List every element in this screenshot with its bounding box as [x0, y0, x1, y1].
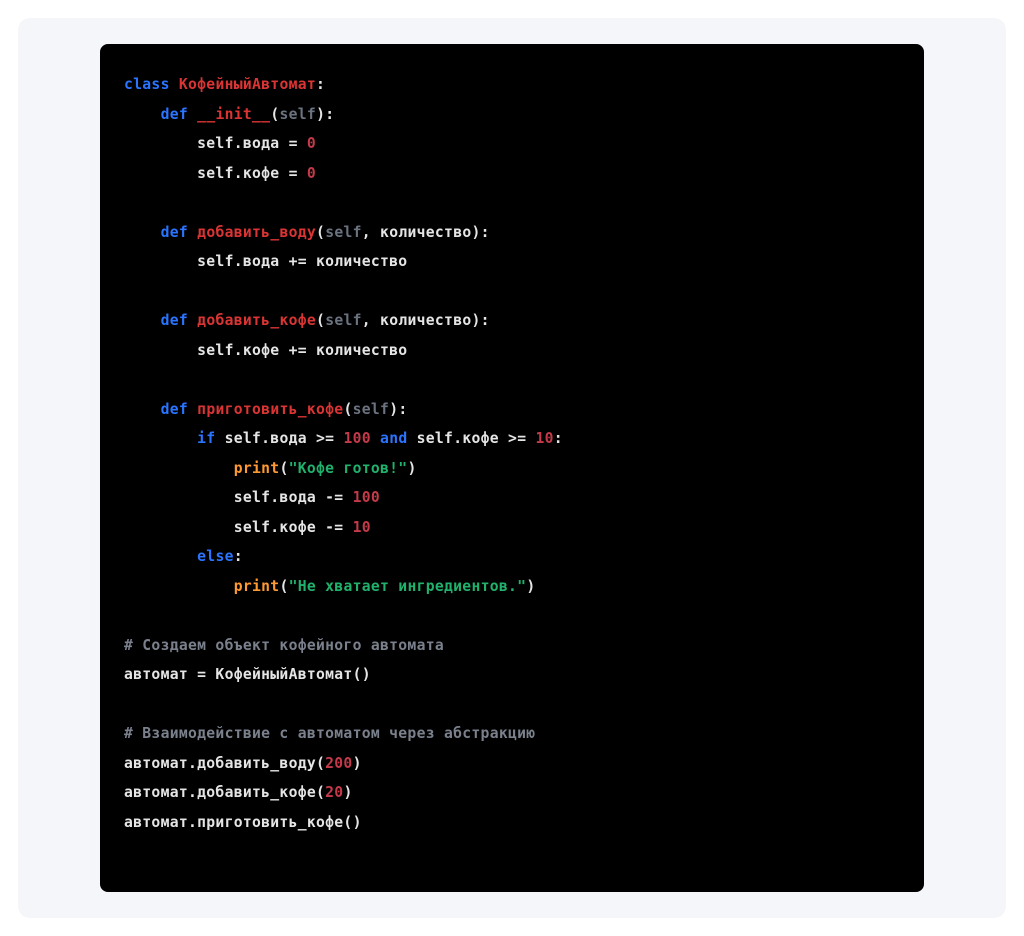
code-token: ) — [343, 784, 352, 801]
code-token: 10 — [535, 430, 553, 447]
page-frame: class КофейныйАвтомат: def __init__(self… — [0, 0, 1024, 936]
code-token: __init__ — [197, 106, 270, 123]
code-token: def — [161, 106, 188, 123]
code-token — [124, 430, 197, 447]
code-token: class — [124, 76, 170, 93]
code-token: def — [161, 401, 188, 418]
code-token — [124, 460, 234, 477]
code-token — [188, 106, 197, 123]
code-token — [188, 401, 197, 418]
code-token: ( — [316, 312, 325, 329]
code-token: КофейныйАвтомат — [179, 76, 316, 93]
code-token: self.кофе = — [124, 165, 307, 182]
code-token: автомат.приготовить_кофе() — [124, 814, 362, 831]
content-card: class КофейныйАвтомат: def __init__(self… — [18, 18, 1006, 918]
code-token: : — [234, 548, 243, 565]
code-token: self.вода += количество — [124, 253, 407, 270]
code-token: ): — [316, 106, 334, 123]
code-token: : — [554, 430, 563, 447]
code-token: def — [161, 224, 188, 241]
code-token: ): — [389, 401, 407, 418]
code-token: self — [279, 106, 316, 123]
code-token: self.кофе >= — [407, 430, 535, 447]
code-token: ) — [407, 460, 416, 477]
code-token: print — [234, 578, 280, 595]
code-token — [124, 106, 161, 123]
code-token — [371, 430, 380, 447]
code-token: ( — [279, 578, 288, 595]
code-token: "Не хватает ингредиентов." — [289, 578, 527, 595]
code-token: , количество): — [362, 224, 490, 241]
code-token: добавить_кофе — [197, 312, 316, 329]
code-token: приготовить_кофе — [197, 401, 343, 418]
code-token: self — [325, 312, 362, 329]
code-token: 100 — [353, 489, 380, 506]
code-token: : — [316, 76, 325, 93]
code-token — [124, 401, 161, 418]
code-token: self — [353, 401, 390, 418]
code-token: self.кофе -= — [124, 519, 353, 536]
code-token: автомат.добавить_кофе( — [124, 784, 325, 801]
code-token: # Взаимодействие с автоматом через абстр… — [124, 725, 535, 742]
code-token: ( — [343, 401, 352, 418]
code-token: 10 — [353, 519, 371, 536]
code-token: 0 — [307, 165, 316, 182]
code-token: ( — [316, 224, 325, 241]
code-token — [124, 548, 197, 565]
code-token: ) — [526, 578, 535, 595]
code-token: # Создаем объект кофейного автомата — [124, 637, 444, 654]
code-token: добавить_воду — [197, 224, 316, 241]
code-token: self.вода >= — [215, 430, 343, 447]
code-token: self.вода -= — [124, 489, 353, 506]
code-token: self — [325, 224, 362, 241]
code-token: автомат.добавить_воду( — [124, 755, 325, 772]
code-token — [124, 312, 161, 329]
code-token — [188, 224, 197, 241]
code-token: if — [197, 430, 215, 447]
code-token — [170, 76, 179, 93]
code-content[interactable]: class КофейныйАвтомат: def __init__(self… — [124, 70, 900, 837]
code-token: , количество): — [362, 312, 490, 329]
code-token: 100 — [343, 430, 370, 447]
code-token: 20 — [325, 784, 343, 801]
code-token: 200 — [325, 755, 352, 772]
code-token: ( — [279, 460, 288, 477]
code-token: and — [380, 430, 407, 447]
code-token: self.кофе += количество — [124, 342, 407, 359]
code-block: class КофейныйАвтомат: def __init__(self… — [100, 44, 924, 892]
code-token — [124, 224, 161, 241]
code-token: "Кофе готов!" — [289, 460, 408, 477]
code-token: print — [234, 460, 280, 477]
code-token: else — [197, 548, 234, 565]
code-token — [188, 312, 197, 329]
code-token: ) — [353, 755, 362, 772]
code-token: self.вода = — [124, 135, 307, 152]
code-token: def — [161, 312, 188, 329]
code-token: автомат = КофейныйАвтомат() — [124, 666, 371, 683]
code-token: 0 — [307, 135, 316, 152]
code-token — [124, 578, 234, 595]
